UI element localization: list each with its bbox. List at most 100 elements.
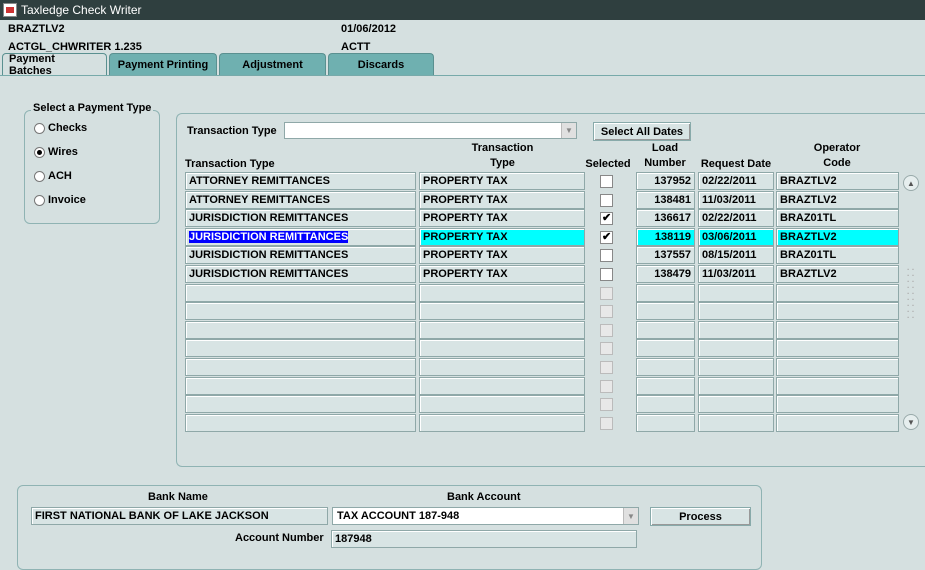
cell-operator-code[interactable]: BRAZTLV2 bbox=[776, 191, 899, 209]
cell-load-number[interactable] bbox=[636, 321, 695, 339]
cell-load-number[interactable] bbox=[636, 395, 695, 413]
cell-transaction-type[interactable]: JURISDICTION REMITTANCES bbox=[185, 246, 416, 264]
scroll-up-icon[interactable]: ▲ bbox=[903, 175, 919, 191]
chevron-down-icon[interactable]: ▼ bbox=[623, 508, 638, 524]
cell-tx-type[interactable] bbox=[419, 377, 585, 395]
cell-request-date[interactable]: 08/15/2011 bbox=[698, 246, 774, 264]
cell-transaction-type[interactable] bbox=[185, 321, 416, 339]
cell-request-date[interactable]: 03/06/2011 bbox=[698, 228, 774, 246]
transaction-type-dropdown[interactable]: ▼ bbox=[284, 122, 577, 139]
cell-load-number[interactable]: 136617 bbox=[636, 209, 695, 227]
cell-operator-code[interactable] bbox=[776, 395, 899, 413]
cell-request-date[interactable] bbox=[698, 284, 774, 302]
cell-transaction-type[interactable]: JURISDICTION REMITTANCES bbox=[185, 209, 416, 227]
cell-operator-code[interactable] bbox=[776, 321, 899, 339]
cell-request-date[interactable]: 11/03/2011 bbox=[698, 191, 774, 209]
cell-tx-type[interactable] bbox=[419, 339, 585, 357]
radio-button[interactable] bbox=[34, 146, 45, 158]
chevron-down-icon[interactable]: ▼ bbox=[561, 123, 576, 138]
cell-load-number[interactable]: 138119 bbox=[636, 228, 695, 246]
cell-operator-code[interactable] bbox=[776, 284, 899, 302]
cell-operator-code[interactable]: BRAZ01TL bbox=[776, 246, 899, 264]
cell-tx-type[interactable] bbox=[419, 414, 585, 432]
cell-load-number[interactable] bbox=[636, 339, 695, 357]
cell-request-date[interactable] bbox=[698, 302, 774, 320]
cell-transaction-type[interactable] bbox=[185, 395, 416, 413]
tab-payment-batches[interactable]: Payment Batches bbox=[2, 53, 107, 77]
process-button[interactable]: Process bbox=[650, 507, 751, 526]
cell-transaction-type[interactable] bbox=[185, 377, 416, 395]
cell-operator-code[interactable] bbox=[776, 339, 899, 357]
cell-load-number[interactable] bbox=[636, 302, 695, 320]
radio-button[interactable] bbox=[34, 122, 45, 134]
table-scrollbar[interactable]: ▲ · · · · · · · · · · · · · · · · · · ▼ bbox=[903, 172, 919, 432]
row-select-checkbox[interactable] bbox=[600, 175, 613, 188]
cell-operator-code[interactable]: BRAZ01TL bbox=[776, 209, 899, 227]
radio-invoice[interactable]: Invoice bbox=[34, 194, 86, 206]
cell-tx-type[interactable]: PROPERTY TAX bbox=[419, 172, 585, 190]
row-select-checkbox[interactable] bbox=[600, 361, 613, 374]
cell-transaction-type[interactable]: ATTORNEY REMITTANCES bbox=[185, 191, 416, 209]
cell-load-number[interactable] bbox=[636, 284, 695, 302]
cell-operator-code[interactable]: BRAZTLV2 bbox=[776, 172, 899, 190]
tab-discards[interactable]: Discards bbox=[328, 53, 434, 75]
cell-tx-type[interactable] bbox=[419, 302, 585, 320]
cell-tx-type[interactable]: PROPERTY TAX bbox=[419, 191, 585, 209]
cell-tx-type[interactable] bbox=[419, 284, 585, 302]
row-select-checkbox[interactable] bbox=[600, 380, 613, 393]
cell-transaction-type[interactable] bbox=[185, 284, 416, 302]
account-number-field[interactable]: 187948 bbox=[331, 530, 637, 548]
cell-operator-code[interactable] bbox=[776, 358, 899, 376]
bank-name-field[interactable]: FIRST NATIONAL BANK OF LAKE JACKSON bbox=[31, 507, 328, 525]
cell-request-date[interactable]: 02/22/2011 bbox=[698, 172, 774, 190]
cell-operator-code[interactable]: BRAZTLV2 bbox=[776, 228, 899, 246]
row-select-checkbox[interactable] bbox=[600, 287, 613, 300]
row-select-checkbox[interactable] bbox=[600, 268, 613, 281]
cell-request-date[interactable]: 11/03/2011 bbox=[698, 265, 774, 283]
bank-account-dropdown[interactable]: TAX ACCOUNT 187-948 ▼ bbox=[332, 507, 639, 525]
radio-button[interactable] bbox=[34, 194, 45, 206]
tab-adjustment[interactable]: Adjustment bbox=[219, 53, 326, 75]
cell-transaction-type[interactable] bbox=[185, 414, 416, 432]
cell-load-number[interactable]: 138481 bbox=[636, 191, 695, 209]
row-select-checkbox[interactable] bbox=[600, 230, 613, 244]
cell-operator-code[interactable] bbox=[776, 414, 899, 432]
cell-tx-type[interactable]: PROPERTY TAX bbox=[419, 209, 585, 227]
cell-request-date[interactable] bbox=[698, 321, 774, 339]
cell-load-number[interactable] bbox=[636, 414, 695, 432]
cell-request-date[interactable]: 02/22/2011 bbox=[698, 209, 774, 227]
cell-tx-type[interactable] bbox=[419, 395, 585, 413]
cell-load-number[interactable] bbox=[636, 358, 695, 376]
cell-tx-type[interactable]: PROPERTY TAX bbox=[419, 246, 585, 264]
scroll-grip-icon[interactable]: · · · · · · · · · · · · · · · · · · bbox=[907, 266, 915, 322]
cell-tx-type[interactable]: PROPERTY TAX bbox=[419, 228, 585, 246]
cell-load-number[interactable]: 137952 bbox=[636, 172, 695, 190]
cell-request-date[interactable] bbox=[698, 414, 774, 432]
row-select-checkbox[interactable] bbox=[600, 324, 613, 337]
scroll-down-icon[interactable]: ▼ bbox=[903, 414, 919, 430]
cell-tx-type[interactable] bbox=[419, 358, 585, 376]
cell-tx-type[interactable]: PROPERTY TAX bbox=[419, 265, 585, 283]
cell-request-date[interactable] bbox=[698, 395, 774, 413]
row-select-checkbox[interactable] bbox=[600, 249, 613, 262]
tab-payment-printing[interactable]: Payment Printing bbox=[109, 53, 217, 75]
radio-ach[interactable]: ACH bbox=[34, 170, 72, 182]
cell-transaction-type[interactable] bbox=[185, 339, 416, 357]
row-select-checkbox[interactable] bbox=[600, 398, 613, 411]
cell-transaction-type[interactable]: JURISDICTION REMITTANCES bbox=[185, 228, 416, 246]
radio-button[interactable] bbox=[34, 170, 45, 182]
cell-load-number[interactable]: 137557 bbox=[636, 246, 695, 264]
row-select-checkbox[interactable] bbox=[600, 305, 613, 318]
row-select-checkbox[interactable] bbox=[600, 211, 613, 225]
select-all-dates-button[interactable]: Select All Dates bbox=[593, 122, 691, 141]
cell-transaction-type[interactable] bbox=[185, 302, 416, 320]
row-select-checkbox[interactable] bbox=[600, 342, 613, 355]
cell-tx-type[interactable] bbox=[419, 321, 585, 339]
cell-transaction-type[interactable]: ATTORNEY REMITTANCES bbox=[185, 172, 416, 190]
cell-operator-code[interactable] bbox=[776, 377, 899, 395]
cell-operator-code[interactable]: BRAZTLV2 bbox=[776, 265, 899, 283]
cell-request-date[interactable] bbox=[698, 377, 774, 395]
row-select-checkbox[interactable] bbox=[600, 194, 613, 207]
cell-request-date[interactable] bbox=[698, 339, 774, 357]
cell-transaction-type[interactable]: JURISDICTION REMITTANCES bbox=[185, 265, 416, 283]
